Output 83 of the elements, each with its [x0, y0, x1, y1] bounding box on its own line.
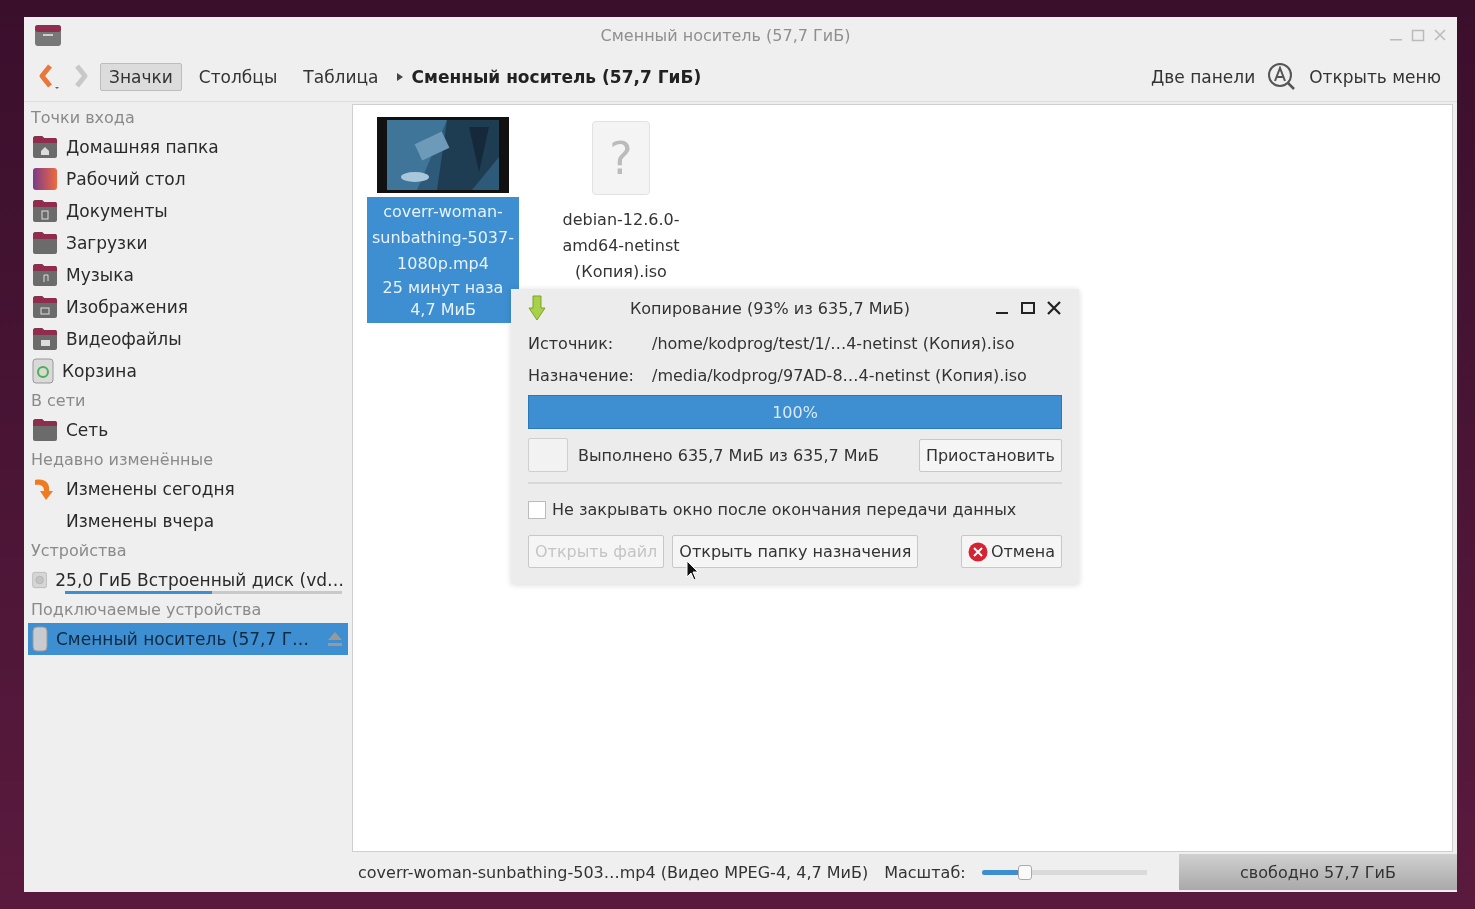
folder-icon — [34, 23, 62, 47]
sidebar-label: Сменный носитель (57,7 Г… — [56, 629, 311, 649]
trash-icon — [32, 358, 54, 384]
field-label: Назначение: — [528, 365, 635, 385]
cancel-button[interactable]: Отмена — [960, 535, 1062, 568]
sidebar-label: Видеофайлы — [66, 329, 183, 349]
eject-icon[interactable] — [326, 631, 344, 647]
section-title: Точки входа — [30, 107, 136, 129]
sidebar-item[interactable]: Изменены вчера — [28, 505, 348, 537]
path-value: /home/kodprog/test/1/…4-netinst (Копия).iso — [652, 333, 1015, 353]
sidebar-label: 25,0 ГиБ Встроенный диск (vd… — [55, 570, 344, 590]
usb-drive-icon — [32, 626, 48, 652]
free-space-text: свободно 57,7 ГиБ — [1240, 862, 1396, 882]
sidebar-item[interactable]: Видеофайлы — [28, 323, 348, 355]
down-arrow-icon — [528, 295, 546, 321]
file-name-line: 1080p.mp4 — [397, 253, 489, 275]
sidebar-item[interactable]: 25,0 ГиБ Встроенный диск (vd… — [28, 564, 348, 596]
sidebar-label: Загрузки — [66, 233, 149, 253]
breadcrumb-arrow-icon — [395, 72, 404, 82]
slider-thumb[interactable] — [1018, 864, 1033, 880]
view-tab[interactable]: Таблица — [294, 63, 388, 91]
open-menu-button[interactable]: Открыть меню — [1305, 65, 1445, 89]
sidebar-item[interactable]: Корзина — [28, 355, 348, 387]
file-detail: 25 минут наза — [382, 277, 504, 299]
dual-pane-button[interactable]: Две панели — [1147, 65, 1260, 89]
file-name-line: (Копия).iso — [575, 261, 667, 283]
keep-open-checkbox[interactable] — [528, 500, 546, 519]
progress-text: 100% — [772, 402, 818, 422]
sidebar-label: Музыка — [66, 265, 135, 285]
sidebar-item[interactable]: Сменный носитель (57,7 Г… — [28, 623, 348, 655]
pause-button[interactable]: Приостановить — [918, 438, 1062, 472]
section-title: Недавно изменённые — [30, 449, 215, 471]
view-tab[interactable]: Значки — [100, 63, 182, 91]
view-tab[interactable]: Столбцы — [189, 63, 287, 91]
sidebar-item[interactable]: Изменены сегодня — [28, 473, 348, 505]
zoom-label: Масштаб: — [884, 862, 966, 882]
done-text: Выполнено 635,7 МиБ из 635,7 МиБ — [578, 445, 880, 465]
sidebar-label: Домашняя папка — [66, 137, 220, 157]
file-name-line: coverr-woman- — [383, 201, 503, 223]
videos-folder-icon — [32, 327, 58, 351]
sidebar-label: Изменены вчера — [66, 511, 216, 531]
file-name-line: amd64-netinst — [562, 235, 680, 257]
file-name-line: debian-12.6.0- — [562, 209, 680, 231]
sidebar-item[interactable]: Рабочий стол — [28, 163, 348, 195]
sidebar-item[interactable]: Сеть — [28, 414, 348, 446]
section-title: Подключаемые устройства — [30, 599, 263, 621]
cursor-icon — [686, 560, 700, 582]
home-folder-icon — [32, 135, 58, 159]
pictures-folder-icon — [32, 295, 58, 319]
sidebar-item[interactable]: Документы — [28, 195, 348, 227]
file-detail: 4,7 МиБ — [410, 299, 476, 321]
file-label[interactable]: debian-12.6.0- amd64-netinst (Копия).iso — [545, 205, 697, 287]
blank-button[interactable] — [528, 438, 568, 472]
sidebar-label: Корзина — [62, 361, 138, 381]
close-icon[interactable] — [1046, 300, 1062, 316]
sidebar-label: Документы — [66, 201, 169, 221]
maximize-icon[interactable] — [1020, 300, 1036, 316]
file-name-line: sunbathing-5037- — [372, 227, 514, 249]
section-title: Устройства — [30, 540, 128, 562]
folder-icon — [32, 418, 58, 442]
checkbox-label: Не закрывать окно после окончания передачи данных — [552, 500, 1017, 519]
unknown-file-icon: ? — [592, 121, 650, 195]
music-folder-icon — [32, 263, 58, 287]
sidebar-item[interactable]: Домашняя папка — [28, 131, 348, 163]
field-label: Источник: — [528, 333, 615, 353]
folder-icon — [32, 231, 58, 255]
dialog-title: Копирование (93% из 635,7 МиБ) — [628, 298, 912, 318]
sidebar-item[interactable]: Загрузки — [28, 227, 348, 259]
sidebar-item[interactable]: Музыка — [28, 259, 348, 291]
window-title: Сменный носитель (57,7 ГиБ) — [599, 25, 852, 45]
location-label: Сменный носитель (57,7 ГиБ) — [411, 67, 702, 87]
documents-folder-icon — [32, 199, 58, 223]
section-title: В сети — [30, 390, 87, 412]
file-info: coverr-woman-sunbathing-503…mp4 (Видео MPEG-4, 4,7 МиБ) — [358, 862, 869, 882]
path-value: /media/kodprog/97AD-8…4-netinst (Копия).iso — [652, 365, 1027, 385]
cancel-icon — [967, 541, 988, 562]
sidebar-label: Изменены сегодня — [66, 479, 236, 499]
sidebar-label: Сеть — [66, 420, 110, 440]
sidebar-item[interactable]: Изображения — [28, 291, 348, 323]
dialog-button[interactable]: Открыть папку назначения — [672, 535, 919, 568]
desktop-icon — [32, 167, 58, 191]
sidebar-label: Изображения — [66, 297, 189, 317]
sidebar-label: Рабочий стол — [66, 169, 187, 189]
